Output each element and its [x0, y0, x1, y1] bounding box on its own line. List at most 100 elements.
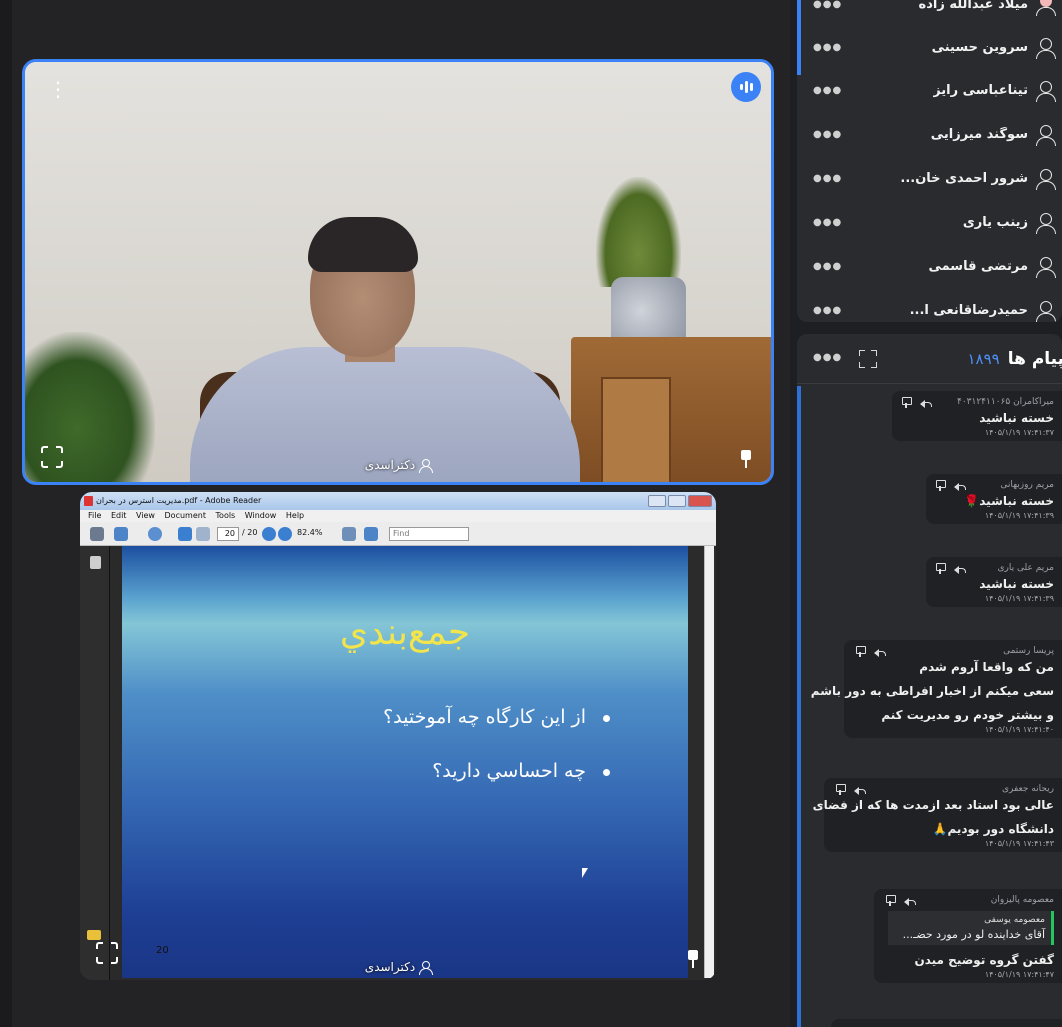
message-actions	[836, 784, 866, 795]
chat-title: پیام ها	[1007, 348, 1062, 369]
pages-panel-icon[interactable]	[90, 556, 101, 569]
avatar-icon	[1036, 0, 1056, 16]
email-icon[interactable]	[114, 527, 128, 541]
participant-row[interactable]: شرور احمدی خان... ●●●	[797, 157, 1062, 200]
participant-row[interactable]: میلاد عبدالله زاده ●●●	[797, 0, 1062, 26]
chat-scroll-indicator	[797, 386, 801, 1027]
pin-message-icon[interactable]	[936, 563, 946, 574]
adobe-reader-icon	[84, 496, 93, 506]
more-options-icon[interactable]: ●●●	[813, 217, 842, 228]
pin-message-icon[interactable]	[836, 784, 846, 795]
menu-file[interactable]: File	[88, 511, 101, 520]
menu-view[interactable]: View	[136, 511, 155, 520]
more-options-icon[interactable]: ●●●	[813, 129, 842, 140]
reader-gutter	[110, 546, 122, 980]
pin-message-icon[interactable]	[902, 397, 912, 408]
reader-menu-bar: File Edit View Document Tools Window Hel…	[80, 510, 716, 522]
page-total: / 20	[242, 528, 258, 537]
comments-icon[interactable]	[87, 930, 101, 940]
reply-icon[interactable]	[954, 563, 966, 574]
prev-page-icon[interactable]	[178, 527, 192, 541]
zoom-out-icon[interactable]	[262, 527, 276, 541]
user-icon	[1036, 212, 1056, 234]
user-icon	[419, 459, 434, 473]
close-button[interactable]	[688, 495, 712, 507]
page-number-input[interactable]: 20	[217, 527, 239, 541]
message-text: خسته نباشید🌹	[964, 494, 1054, 508]
next-page-icon[interactable]	[196, 527, 210, 541]
find-input[interactable]: Find	[389, 527, 469, 541]
message-time: ۱۴۰۵/۱/۱۹ ۱۷:۴۱:۴۰	[984, 725, 1054, 734]
tile-more-icon[interactable]: ⋮	[45, 76, 71, 102]
menu-document[interactable]: Document	[165, 511, 206, 520]
message-text: سعی میکنم از اخبار افراطی به دور باشم	[810, 684, 1054, 698]
expand-icon[interactable]	[859, 350, 877, 368]
more-options-icon[interactable]: ●●●	[813, 173, 842, 184]
more-options-icon[interactable]: ●●●	[813, 352, 842, 363]
pin-icon[interactable]	[739, 450, 753, 468]
slide-bullet: از اين كارگاه چه آموختيد؟	[383, 706, 610, 728]
reply-icon[interactable]	[874, 646, 886, 657]
zoom-level[interactable]: 82.4%	[297, 528, 322, 537]
reader-title-bar: مدیریت استرس در بحران.pdf - Adobe Reader	[80, 492, 716, 510]
window-controls	[648, 495, 712, 507]
menu-tools[interactable]: Tools	[216, 511, 236, 520]
participant-row[interactable]: زینب یاری ●●●	[797, 201, 1062, 244]
fit-page-icon[interactable]	[342, 527, 356, 541]
message-text: من که واقعا آروم شدم	[919, 660, 1054, 674]
reply-icon[interactable]	[904, 895, 916, 906]
chat-header: پیام ها ۱۸۹۹ ●●●	[797, 334, 1062, 384]
message-text: خسته نباشید	[979, 577, 1054, 591]
more-options-icon[interactable]: ●●●	[813, 85, 842, 96]
participant-name: سروین حسینی	[931, 40, 1028, 55]
participant-name: شرور احمدی خان...	[900, 171, 1028, 186]
message-actions	[856, 646, 886, 657]
participant-row[interactable]: سروین حسینی ●●●	[797, 26, 1062, 69]
pin-message-icon[interactable]	[936, 480, 946, 491]
user-icon	[1036, 256, 1056, 278]
participant-name: سوگند میرزایی	[930, 127, 1028, 142]
user-icon	[1036, 124, 1056, 146]
participant-row[interactable]: مرتضی قاسمی ●●●	[797, 245, 1062, 288]
full-screen-icon[interactable]	[364, 527, 378, 541]
chat-message	[831, 1019, 1062, 1027]
print-icon[interactable]	[90, 527, 104, 541]
more-options-icon[interactable]: ●●●	[813, 0, 842, 10]
camera-video-tile[interactable]: ⋮ دکتراسدی	[22, 59, 774, 485]
more-options-icon[interactable]: ●●●	[813, 42, 842, 53]
minimize-button[interactable]	[648, 495, 666, 507]
more-options-icon[interactable]: ●●●	[813, 305, 842, 316]
slide-page-number: 20	[156, 945, 169, 956]
participant-row[interactable]: سوگند میرزایی ●●●	[797, 113, 1062, 156]
participant-row[interactable]: حمیدرضاقانعی ا... ●●●	[797, 289, 1062, 322]
pin-message-icon[interactable]	[856, 646, 866, 657]
message-text: عالی بود استاد بعد ازمدت ها که از فضای	[812, 798, 1054, 812]
menu-window[interactable]: Window	[245, 511, 277, 520]
menu-help[interactable]: Help	[286, 511, 304, 520]
participant-name: حمیدرضاقانعی ا...	[909, 303, 1028, 318]
reply-icon[interactable]	[854, 784, 866, 795]
menu-edit[interactable]: Edit	[111, 511, 127, 520]
reader-scrollbar[interactable]	[704, 546, 714, 978]
speaking-indicator-icon	[731, 72, 761, 102]
message-time: ۱۴۰۵/۱/۱۹ ۱۷:۴۱:۳۹	[984, 511, 1054, 520]
message-text: گفتن گروه توضیح میدن	[914, 953, 1054, 967]
maximize-button[interactable]	[668, 495, 686, 507]
screen-share-tile[interactable]: مدیریت استرس در بحران.pdf - Adobe Reader…	[80, 492, 716, 980]
pin-icon[interactable]	[686, 950, 700, 968]
chat-message: میراکامران ۴۰۳۱۲۴۱۱۰۶۵ خسته نباشید ۱۴۰۵/…	[892, 391, 1062, 441]
reply-icon[interactable]	[920, 397, 932, 408]
participant-row[interactable]: تیناعباسی رایز ●●●	[797, 69, 1062, 112]
pin-message-icon[interactable]	[886, 895, 896, 906]
quoted-message[interactable]: معصومه یوسفی آقای خداینده لو در مورد حضـ…	[888, 911, 1054, 945]
quoted-sender: معصومه یوسفی	[984, 915, 1045, 925]
zoom-in-icon[interactable]	[278, 527, 292, 541]
more-options-icon[interactable]: ●●●	[813, 261, 842, 272]
video-plant-right	[596, 177, 681, 287]
reply-icon[interactable]	[954, 480, 966, 491]
message-text: دانشگاه دور بودیم🙏	[932, 822, 1054, 836]
message-time: ۱۴۰۵/۱/۱۹ ۱۷:۴۱:۴۳	[984, 839, 1054, 848]
search-web-icon[interactable]	[148, 527, 162, 541]
message-text: خسته نباشید	[979, 411, 1054, 425]
reader-side-panel	[80, 546, 110, 980]
